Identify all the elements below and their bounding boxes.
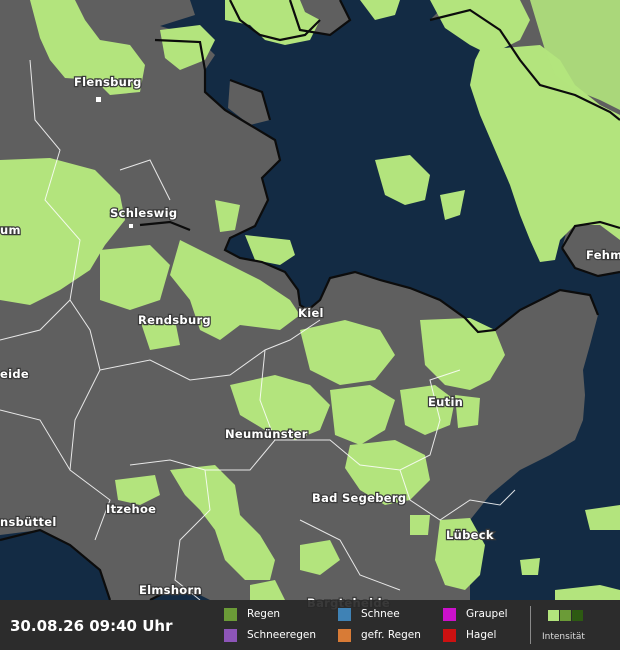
legend-regen: Regen xyxy=(224,607,280,621)
city-flensburg: Flensburg xyxy=(74,75,142,89)
intensity-mid-swatch-icon xyxy=(560,610,571,621)
hail-swatch-icon xyxy=(443,628,456,642)
legend-schnee: Schnee xyxy=(338,607,400,621)
freezing-rain-swatch-icon xyxy=(338,628,351,642)
city-rendsburg: Rendsburg xyxy=(138,313,211,327)
radar-map[interactable]: Flensburg Schleswig Rendsburg Kiel Eutin… xyxy=(0,0,620,650)
snow-swatch-icon xyxy=(338,607,351,621)
sleet-swatch-icon xyxy=(224,628,237,642)
intensity-label: Intensität xyxy=(542,632,585,642)
graupel-swatch-icon xyxy=(443,607,456,621)
legend-schneeregen-label: Schneeregen xyxy=(247,629,316,641)
legend-bar: 30.08.26 09:40 Uhr Regen Schneeregen Sch… xyxy=(0,600,620,650)
intensity-swatches xyxy=(548,606,585,625)
city-nsbuettel: nsbüttel xyxy=(0,515,57,529)
city-um: um xyxy=(0,223,21,237)
city-schleswig: Schleswig xyxy=(110,206,177,220)
legend-gefr-regen: gefr. Regen xyxy=(338,628,421,642)
legend-hagel: Hagel xyxy=(443,628,496,642)
city-elmshorn: Elmshorn xyxy=(139,583,202,597)
legend-graupel-label: Graupel xyxy=(466,608,508,620)
city-neumuenster: Neumünster xyxy=(225,427,308,441)
legend-schnee-label: Schnee xyxy=(361,608,400,620)
rain-swatch-icon xyxy=(224,607,237,621)
city-kiel: Kiel xyxy=(298,306,324,320)
city-fehm: Fehm xyxy=(586,248,620,262)
legend-regen-label: Regen xyxy=(247,608,281,620)
intensity-low-swatch-icon xyxy=(548,610,559,621)
legend-divider xyxy=(530,606,531,644)
city-bad-segeberg: Bad Segeberg xyxy=(312,491,406,505)
city-itzehoe: Itzehoe xyxy=(106,502,156,516)
intensity-scale: Intensität xyxy=(542,606,585,642)
city-eutin: Eutin xyxy=(428,395,463,409)
legend-gefr-regen-label: gefr. Regen xyxy=(361,629,421,641)
legend-schneeregen: Schneeregen xyxy=(224,628,316,642)
city-eide: eide xyxy=(0,367,29,381)
timestamp: 30.08.26 09:40 Uhr xyxy=(10,617,173,635)
city-luebeck: Lübeck xyxy=(446,528,494,542)
intensity-high-swatch-icon xyxy=(572,610,583,621)
legend-hagel-label: Hagel xyxy=(466,629,497,641)
legend-graupel: Graupel xyxy=(443,607,508,621)
